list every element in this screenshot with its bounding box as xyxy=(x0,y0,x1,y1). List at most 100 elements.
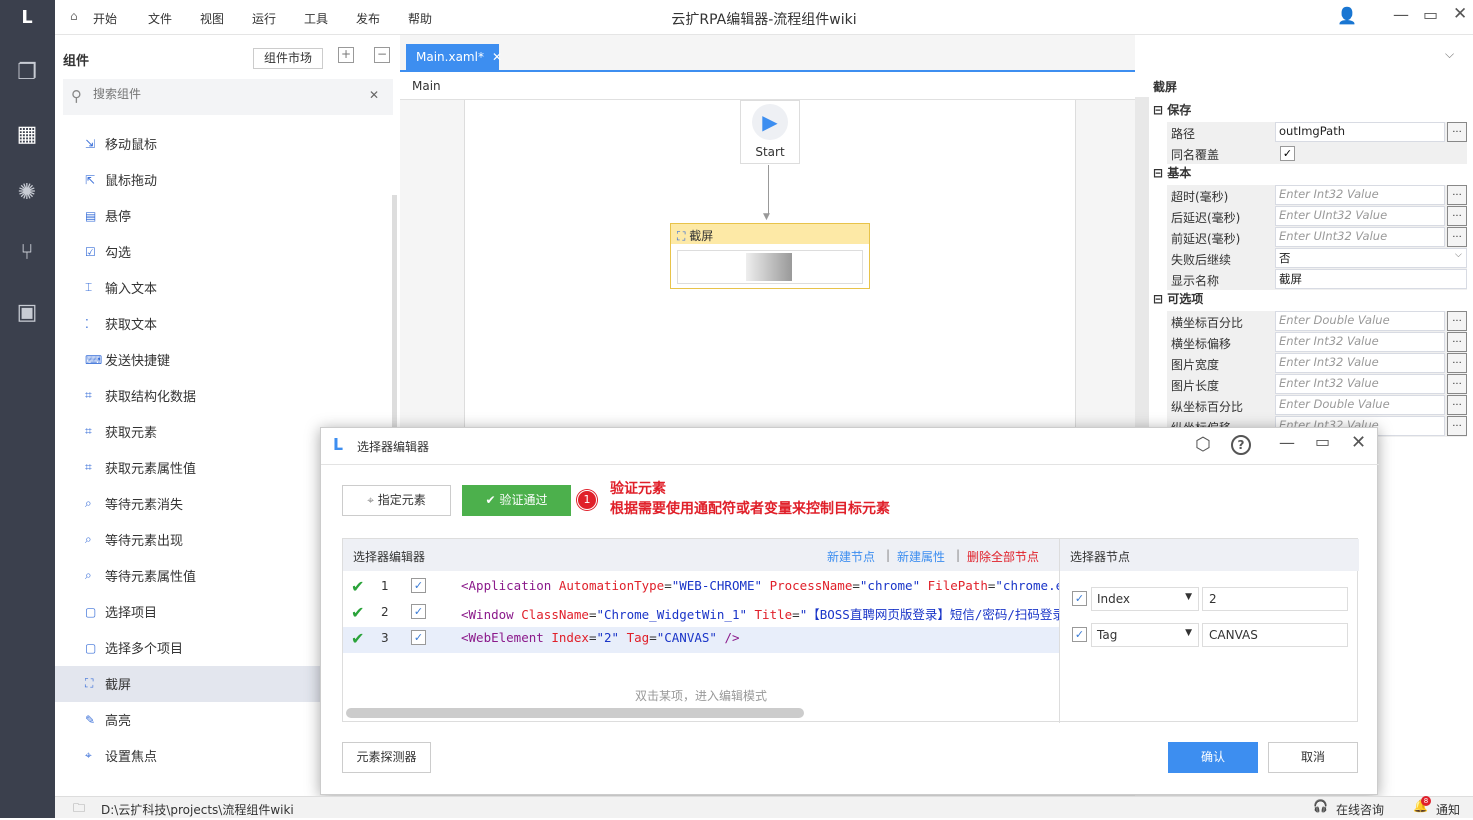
property-value-input[interactable]: Enter Int32 Value xyxy=(1275,332,1445,352)
ellipsis-button[interactable]: ... xyxy=(1447,416,1467,436)
ellipsis-button[interactable]: ... xyxy=(1447,374,1467,394)
component-item[interactable]: ✎ 高亮 xyxy=(85,710,131,730)
component-item[interactable]: ▢ 选择项目 xyxy=(85,602,157,622)
attr-checkbox[interactable]: ✓ xyxy=(1072,591,1087,606)
property-value-input[interactable]: Enter UInt32 Value xyxy=(1275,206,1445,226)
property-row: 后延迟(毫秒) Enter UInt32 Value... xyxy=(1167,206,1467,227)
component-item[interactable]: ⌕ 等待元素消失 xyxy=(85,494,183,513)
component-item[interactable]: ⛶ 截屏 xyxy=(85,674,131,693)
property-value-input[interactable]: Enter Double Value xyxy=(1275,311,1445,331)
component-item[interactable]: ⁚ 获取文本 xyxy=(85,314,157,334)
property-value-input[interactable]: 否 xyxy=(1275,248,1467,268)
component-item[interactable]: ☑ 勾选 xyxy=(85,242,131,262)
component-item[interactable]: ▢ 选择多个项目 xyxy=(85,638,183,658)
cancel-button[interactable]: 取消 xyxy=(1268,742,1358,773)
section-toggle-icon[interactable]: ⊟ xyxy=(1153,166,1167,180)
property-value-input[interactable]: Enter Double Value xyxy=(1275,395,1445,415)
pick-element-button[interactable]: ⌖ 指定元素 xyxy=(342,485,451,516)
property-value-input[interactable]: Enter Int32 Value xyxy=(1275,353,1445,373)
selector-line[interactable]: <WebElement Index="2" Tag="CANVAS" /> xyxy=(461,630,1059,645)
package-icon[interactable]: ▣ xyxy=(12,298,42,328)
ellipsis-button[interactable]: ... xyxy=(1447,206,1467,226)
user-icon[interactable]: 👤 xyxy=(1337,6,1357,25)
section-toggle-icon[interactable]: ⊟ xyxy=(1153,103,1167,117)
line-checkbox[interactable]: ✓ xyxy=(411,630,426,645)
scrollbar[interactable] xyxy=(392,195,397,455)
component-item[interactable]: ⌕ 等待元素属性值 xyxy=(85,566,196,585)
ellipsis-button[interactable]: ... xyxy=(1447,311,1467,331)
component-item[interactable]: ⇲ 移动鼠标 xyxy=(85,134,157,154)
help-icon[interactable]: ? xyxy=(1231,435,1251,455)
close-icon[interactable]: ✕ xyxy=(1453,4,1467,24)
tab-close-icon[interactable]: ✕ xyxy=(492,50,502,64)
ellipsis-button[interactable]: ... xyxy=(1447,185,1467,205)
property-value-input[interactable]: Enter UInt32 Value xyxy=(1275,227,1445,247)
property-value-input[interactable]: outImgPath xyxy=(1275,122,1445,142)
minimize-icon[interactable]: — xyxy=(1279,433,1295,452)
component-item[interactable]: ⌨ 发送快捷键 xyxy=(85,350,170,370)
delete-all-link[interactable]: 删除全部节点 xyxy=(967,548,1039,565)
component-item[interactable]: ⇱ 鼠标拖动 xyxy=(85,170,157,190)
ellipsis-button[interactable]: ... xyxy=(1447,227,1467,247)
maximize-icon[interactable]: ▭ xyxy=(1315,432,1330,451)
property-value-input[interactable]: 截屏 xyxy=(1275,269,1467,289)
property-value-input[interactable]: Enter Int32 Value xyxy=(1275,185,1445,205)
verify-button[interactable]: ✔ 验证通过 xyxy=(462,485,571,516)
property-section[interactable]: ⊟ 保存 xyxy=(1153,101,1191,118)
attr-checkbox[interactable]: ✓ xyxy=(1072,627,1087,642)
notify-link[interactable]: 通知 xyxy=(1436,801,1460,818)
close-icon[interactable]: ✕ xyxy=(1351,432,1366,453)
tab-main-xaml[interactable]: Main.xaml* ✕ xyxy=(406,44,502,70)
search-box[interactable]: ⚲ ✕ xyxy=(63,79,393,115)
maximize-icon[interactable]: ▭ xyxy=(1423,5,1438,24)
settings-icon[interactable]: ⬡ xyxy=(1195,434,1211,455)
horizontal-scrollbar[interactable] xyxy=(346,708,804,718)
collapse-all-icon[interactable]: − xyxy=(374,47,390,63)
attr-value-input[interactable]: CANVAS xyxy=(1202,623,1348,647)
confirm-button[interactable]: 确认 xyxy=(1168,742,1258,773)
components-icon[interactable]: ▦ xyxy=(12,120,42,150)
component-item[interactable]: ⌗ 获取结构化数据 xyxy=(85,386,196,405)
search-input[interactable] xyxy=(93,87,353,101)
ellipsis-button[interactable]: ... xyxy=(1447,395,1467,415)
attr-value-input[interactable]: 2 xyxy=(1202,587,1348,611)
market-button[interactable]: 组件市场 xyxy=(253,48,323,69)
ellipsis-button[interactable]: ... xyxy=(1447,353,1467,373)
checkbox[interactable]: ✓ xyxy=(1280,146,1295,161)
component-item[interactable]: ⌗ 获取元素 xyxy=(85,422,157,441)
property-value-input[interactable]: Enter Int32 Value xyxy=(1275,374,1445,394)
start-node[interactable]: ▶ Start xyxy=(740,100,800,164)
component-item[interactable]: ⌖ 设置焦点 xyxy=(85,746,157,765)
chevron-down-icon[interactable]: ⌵ xyxy=(1455,250,1462,260)
property-section[interactable]: ⊟ 基本 xyxy=(1153,164,1191,181)
debug-icon[interactable]: ✺ xyxy=(12,178,42,208)
ellipsis-button[interactable]: ... xyxy=(1447,332,1467,352)
property-section[interactable]: ⊟ 可选项 xyxy=(1153,290,1203,307)
expand-all-icon[interactable]: + xyxy=(338,47,354,63)
ellipsis-button[interactable]: ... xyxy=(1447,122,1467,142)
selector-line[interactable]: <Window ClassName="Chrome_WidgetWin_1" T… xyxy=(461,604,1059,623)
chevron-down-icon[interactable]: ⌵ xyxy=(1445,47,1454,62)
section-toggle-icon[interactable]: ⊟ xyxy=(1153,292,1167,306)
new-attribute-link[interactable]: 新建属性 xyxy=(897,548,945,565)
branch-icon[interactable]: ⑂ xyxy=(12,238,42,268)
headset-icon[interactable]: 🎧 xyxy=(1313,799,1328,813)
files-icon[interactable]: ❐ xyxy=(12,58,42,88)
line-checkbox[interactable]: ✓ xyxy=(411,604,426,619)
minimize-icon[interactable]: — xyxy=(1393,5,1409,24)
line-checkbox[interactable]: ✓ xyxy=(411,578,426,593)
component-item[interactable]: ▤ 悬停 xyxy=(85,206,131,226)
component-item[interactable]: ⌶ 输入文本 xyxy=(85,278,157,297)
selector-line[interactable]: <Application AutomationType="WEB-CHROME"… xyxy=(461,578,1059,593)
props-scrollbar[interactable] xyxy=(1135,97,1149,427)
component-item[interactable]: ⌗ 获取元素属性值 xyxy=(85,458,196,477)
attr-name-select[interactable]: Index ▼ xyxy=(1091,587,1199,611)
panel-title: 组件 xyxy=(63,54,90,69)
screenshot-activity[interactable]: ⛶ 截屏 xyxy=(670,223,870,289)
component-item[interactable]: ⌕ 等待元素出现 xyxy=(85,530,183,549)
new-node-link[interactable]: 新建节点 xyxy=(827,548,875,565)
attr-name-select[interactable]: Tag ▼ xyxy=(1091,623,1199,647)
clear-search-icon[interactable]: ✕ xyxy=(369,88,379,102)
consult-link[interactable]: 在线咨询 xyxy=(1336,801,1384,818)
element-detector-button[interactable]: 元素探测器 xyxy=(342,742,431,773)
